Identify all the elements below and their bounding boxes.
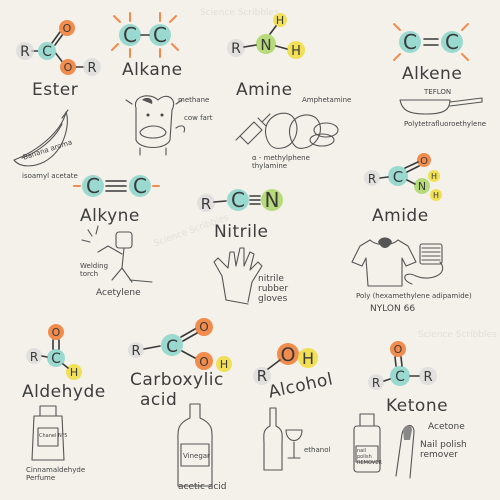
ketone-molecule: R C O R [368, 341, 437, 390]
atom-label: H [291, 44, 301, 59]
methane-label: methane [178, 96, 210, 104]
atom-label: R [368, 172, 376, 186]
aldehyde-molecule: R C O H [26, 324, 82, 380]
atom-label: R [231, 41, 241, 57]
vinegar-bottle-sketch [177, 403, 213, 487]
carboxylic-molecule: R C O O H [128, 318, 232, 372]
atom-label: C [51, 351, 61, 367]
ketone-caption-2: Nail polish remover [420, 440, 467, 460]
atom-label: O [199, 355, 208, 369]
ketone-title: Ketone [386, 396, 449, 416]
vinegar-bottle-label: Vinegar [183, 452, 210, 460]
nitrile-molecule: R C N [197, 188, 283, 213]
carboxylic-caption: acetic acid [178, 482, 227, 492]
atom-label: C [393, 168, 403, 186]
alkene-molecule: C C [393, 23, 469, 61]
ketone-caption: Acetone [428, 422, 465, 432]
ester-caption: isoamyl acetate [22, 172, 78, 180]
glove-sketch [213, 247, 263, 305]
alkane-caption: cow fart [184, 114, 213, 122]
aldehyde-title: Aldehyde [22, 382, 106, 402]
amine-caption: α - methylphene thylamine [252, 154, 310, 170]
atom-label: N [265, 188, 280, 212]
alkyne-molecule: C C [73, 174, 160, 198]
atom-label: H [431, 172, 437, 181]
alcohol-caption: ethanol [304, 446, 331, 454]
alkene-title: Alkene [402, 64, 463, 84]
alkene-caption: Polytetrafluoroethylene [404, 120, 487, 128]
atom-label: O [281, 344, 296, 366]
atom-label: H [302, 349, 314, 368]
atom-label: R [423, 370, 432, 385]
teflon-label: TEFLON [424, 88, 452, 96]
atom-label: O [394, 343, 403, 356]
atom-label: O [52, 326, 61, 339]
atom-label: O [199, 320, 208, 334]
shirt-spool-sketch [351, 237, 443, 287]
syringe-pills-sketch [235, 112, 339, 149]
atom-label: C [231, 188, 245, 212]
atom-label: H [433, 191, 439, 200]
amine-molecule: R N H H [227, 13, 305, 59]
atom-label: C [403, 30, 417, 54]
atom-label: C [86, 174, 100, 198]
ester-molecule: R C O O R [16, 20, 101, 76]
amide-caption-2: NYLON 66 [370, 304, 416, 314]
atom-label: C [166, 337, 178, 357]
atom-label: C [153, 23, 167, 47]
carboxylic-title-1: Carboxylic [130, 370, 224, 390]
perfume-bottle-label: Chanel N°5 [39, 433, 68, 439]
nitrile-caption: nitrile rubber gloves [258, 274, 289, 304]
amine-title: Amine [236, 80, 293, 100]
atom-label: R [87, 61, 96, 76]
atom-label: R [20, 44, 30, 60]
atom-label: O [420, 156, 428, 167]
atom-label: R [30, 350, 38, 364]
nail-polish-bottle-label: nail polish REMOVER [357, 448, 382, 466]
atom-label: C [133, 174, 147, 198]
amide-caption: Poly (hexamethylene adipamide) [356, 292, 472, 300]
ester-title: Ester [32, 80, 79, 100]
atom-label: O [63, 22, 72, 35]
watermark: Science Scribbles [200, 8, 279, 18]
cow-sketch [125, 95, 186, 156]
carboxylic-title-2: acid [140, 390, 178, 410]
atom-label: C [42, 44, 52, 60]
alkyne-caption: Acetylene [96, 288, 141, 298]
atom-label: H [70, 366, 78, 379]
torch-label: Welding torch [80, 262, 109, 278]
alkane-molecule: C C [111, 12, 179, 58]
atom-label: O [64, 61, 73, 74]
nitrile-title: Nitrile [214, 222, 269, 242]
atom-label: C [395, 369, 405, 385]
atom-label: N [418, 180, 426, 193]
alkyne-title: Alkyne [80, 206, 140, 226]
wine-sketch [263, 407, 303, 471]
amide-title: Amide [372, 206, 429, 226]
amphetamine-label: Amphetamine [302, 96, 352, 104]
frying-pan-sketch [399, 97, 483, 115]
alkane-title: Alkane [122, 60, 183, 80]
watermark: Science Scribbles [418, 330, 497, 340]
atom-label: R [131, 344, 140, 359]
atom-label: C [445, 30, 459, 54]
atom-label: R [201, 195, 211, 213]
amide-molecule: R C O N H H [364, 153, 442, 201]
aldehyde-caption: Cinnamaldehyde Perfume [26, 466, 86, 482]
atom-label: R [372, 376, 380, 390]
atom-label: C [123, 23, 137, 47]
nail-polish-sketch [353, 413, 415, 479]
atom-label: N [260, 36, 271, 54]
banana-sketch [13, 109, 69, 167]
